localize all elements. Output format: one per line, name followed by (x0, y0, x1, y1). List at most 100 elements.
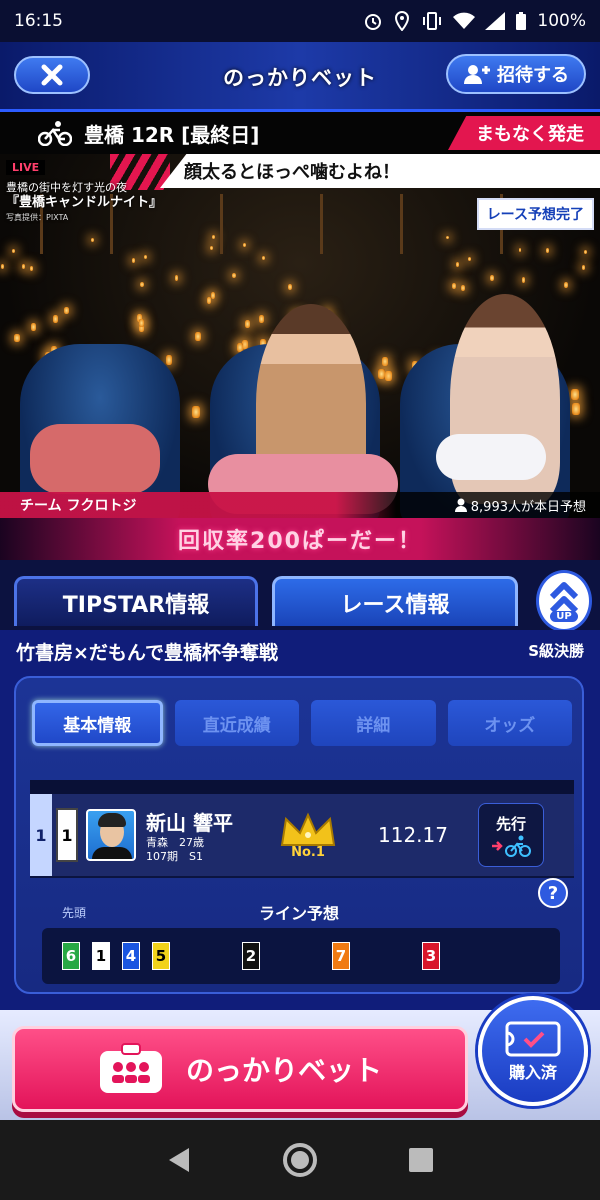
lantern (206, 297, 212, 305)
signal-icon (485, 12, 506, 30)
lantern (572, 403, 581, 416)
lantern (518, 248, 522, 253)
bottom-action-bar: のっかりベット 購入済 (0, 996, 600, 1120)
cushion-right (436, 434, 546, 480)
tab-tipstar-label: TIPSTAR情報 (62, 592, 210, 618)
lantern (22, 264, 26, 270)
lantern (385, 370, 393, 382)
system-nav-bar (0, 1120, 600, 1200)
viewer-count-text: 8,993人が本日予想 (470, 499, 586, 515)
lantern (452, 282, 457, 289)
line-chip-4: 4 (122, 942, 140, 970)
home-icon[interactable] (282, 1142, 318, 1178)
lantern (212, 235, 215, 239)
subtab-recent-results[interactable]: 直近成績 (174, 700, 299, 746)
line-chip-5: 5 (152, 942, 170, 970)
lantern (143, 254, 148, 260)
recents-icon[interactable] (407, 1146, 435, 1174)
rider-photo (86, 809, 136, 861)
line-chip-3: 3 (422, 942, 440, 970)
ticket-check-icon (505, 1021, 561, 1057)
lantern (455, 261, 460, 267)
race-bar: 豊橋 12R [最終日] まもなく発走 (0, 112, 600, 154)
competition-score: 112.17 (378, 823, 448, 847)
purchased-label: 購入済 (508, 1063, 557, 1082)
battery-icon (516, 12, 527, 30)
lantern (288, 284, 293, 291)
bicycle-icon (38, 121, 72, 146)
lantern (584, 250, 588, 255)
caption-line2: 『豊橋キャンドルナイト』 (6, 195, 163, 210)
lantern (232, 272, 236, 279)
rank-label: No.1 (291, 844, 325, 860)
lantern (243, 242, 246, 247)
lantern (194, 332, 201, 341)
purchased-button[interactable]: 購入済 (478, 996, 588, 1106)
lantern (139, 281, 144, 288)
table-row[interactable]: 1 1 新山 響平 青森 27歳 107期 S1 No.1 112.17 先行 (30, 794, 574, 876)
lantern (210, 292, 216, 299)
double-chevron-up-icon (549, 581, 579, 613)
lantern (460, 285, 466, 292)
line-chip-7: 7 (332, 942, 350, 970)
app-screen: { "status_bar": {"time": "16:15", "batte… (0, 0, 600, 1200)
lantern (14, 333, 20, 343)
lantern (564, 282, 569, 288)
lantern (571, 388, 579, 400)
race-title: 豊橋 12R [最終日] (84, 122, 260, 147)
subtab-basic-info[interactable]: 基本情報 (32, 700, 163, 746)
wifi-icon (453, 12, 476, 29)
tab-tipstar-info[interactable]: TIPSTAR情報 (14, 576, 258, 626)
rider-name: 新山 響平 (146, 810, 233, 835)
invite-label: 招待する (497, 65, 569, 86)
lantern (0, 263, 4, 269)
lantern (30, 322, 37, 331)
table-header (30, 780, 574, 794)
subtab-odds[interactable]: オッズ (447, 700, 572, 746)
rider-period-class: 107期 S1 (146, 849, 203, 863)
lantern (521, 276, 526, 283)
status-time: 16:15 (14, 11, 63, 31)
nokkari-bet-button[interactable]: のっかりベット (12, 1026, 468, 1112)
lantern (53, 315, 59, 323)
race-grade: S級決勝 (528, 642, 584, 660)
person-icon (454, 498, 467, 512)
race-info-section: 竹書房×だもんで豊橋杯争奪戦 S級決勝 基本情報 直近成績 詳細 オッズ 1 1… (0, 630, 600, 1010)
rider-pref-age: 青森 27歳 (146, 835, 204, 849)
video-caption: 豊橋の街中を灯す光の夜 『豊橋キャンドルナイト』 写真提供：PIXTA (6, 180, 162, 225)
line-prediction-title: ライン予想 (258, 904, 339, 923)
tab-bar: TIPSTAR情報 レース情報 UP (0, 560, 600, 632)
race-status-badge: まもなく発走 (448, 116, 600, 150)
live-video[interactable]: 顔太るとほっぺ噛むよね！ LIVE 豊橋の街中を灯す光の夜 『豊橋キャンドルナイ… (0, 154, 600, 518)
status-bar: 16:15 100% (0, 0, 600, 42)
back-icon[interactable] (165, 1146, 193, 1174)
frame-number: 1 (56, 808, 78, 862)
blanket (30, 424, 160, 494)
nokkari-bet-label: のっかりベット (185, 1054, 382, 1087)
lantern (174, 275, 179, 282)
alarm-icon (365, 14, 382, 30)
ticket-group-icon (99, 1043, 162, 1093)
tab-race-info[interactable]: レース情報 (272, 576, 518, 626)
ticker-text: 顔太るとほっぺ噛むよね！ (184, 162, 400, 183)
invite-button[interactable]: 招待する (446, 54, 586, 94)
rank-badge: No.1 (268, 811, 348, 860)
line-chip-1: 1 (92, 942, 110, 970)
race-info-panel: 基本情報 直近成績 詳細 オッズ 1 1 新山 響平 青森 27歳 107期 S… (14, 676, 584, 994)
subtab-bar: 基本情報 直近成績 詳細 オッズ (32, 700, 572, 748)
subtab-details[interactable]: 詳細 (311, 700, 436, 746)
battery-level: 100% (537, 11, 586, 31)
caption-credit: 写真提供：PIXTA (6, 213, 69, 222)
cyclist-arrow-icon (492, 835, 531, 857)
location-icon (395, 11, 410, 31)
lantern (546, 248, 550, 253)
lantern (91, 238, 94, 243)
live-badge: LIVE (6, 160, 46, 175)
lantern (29, 265, 33, 271)
lantern (467, 256, 472, 262)
lantern (191, 405, 200, 419)
lane-number: 1 (30, 794, 52, 876)
team-name: チーム フクロトジ (20, 498, 137, 514)
line-prediction-box: 6 1 4 5 2 7 3 (42, 928, 560, 984)
up-button[interactable]: UP (536, 570, 592, 632)
